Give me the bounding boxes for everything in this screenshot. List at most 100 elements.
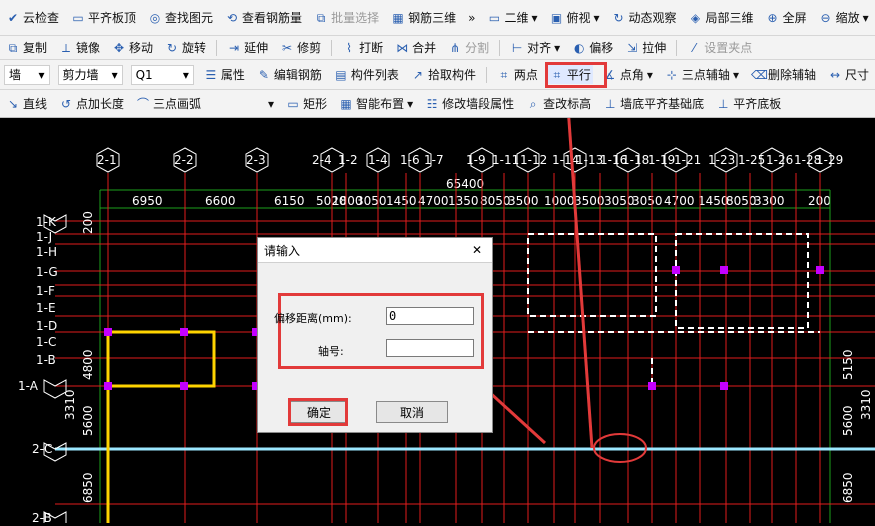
align-top-icon: ▭ (72, 10, 84, 25)
chevron-down-icon: ▾ (111, 67, 118, 82)
chevron-down-icon: ▾ (182, 67, 189, 82)
smart-layout-dropdown[interactable]: ▦ 智能布置 ▾ (337, 94, 415, 113)
arc-icon: ⌒ (137, 96, 150, 111)
chevron-down-icon: ▾ (593, 10, 600, 25)
properties-button[interactable]: ☰ 属性 (202, 65, 247, 84)
check-elevation-button[interactable]: ⌕ 查改标高 (524, 94, 593, 113)
fullscreen-icon: ⊕ (767, 10, 778, 25)
split-button[interactable]: ⋔ 分割 (446, 38, 491, 57)
chevron-down-icon: ▾ (554, 40, 561, 55)
edit-rebar-icon: ✎ (258, 67, 269, 82)
dynamic-orbit-button[interactable]: ↻ 动态观察 (610, 8, 679, 27)
parallel-icon: ⌗ (553, 67, 561, 82)
offset-distance-label: 偏移距离(mm): (274, 312, 352, 325)
rebar-icon: ⟲ (227, 10, 238, 25)
align-top-button[interactable]: ▭ 平齐板顶 (69, 8, 138, 27)
dialog-title: 请输入 (264, 243, 301, 258)
dialog-fields-highlight (278, 293, 484, 369)
cancel-button[interactable]: 取消 (376, 401, 448, 423)
three-point-arc-dropdown[interactable]: ⌒ 三点画弧 ▾ (134, 94, 276, 113)
chevron-down-icon: ▾ (862, 10, 869, 25)
category-select[interactable]: 墙 ▾ (4, 64, 50, 85)
axis-number-input[interactable] (386, 339, 474, 357)
cloud-check-button[interactable]: ✔ 云检查 (4, 8, 61, 27)
stretch-button[interactable]: ⇲ 拉伸 (623, 38, 668, 57)
rotate-button[interactable]: ↻ 旋转 (163, 38, 208, 57)
dimension-icon: ↔ (829, 67, 841, 82)
2d-icon: ▭ (488, 10, 501, 25)
edit-rebar-button[interactable]: ✎ 编辑钢筋 (255, 65, 324, 84)
topview-icon: ▣ (550, 10, 563, 25)
break-button[interactable]: ⌇ 打断 (340, 38, 385, 57)
check-icon: ✔ (7, 10, 19, 25)
merge-button[interactable]: ⋈ 合并 (393, 38, 438, 57)
binoculars-icon: ◎ (149, 10, 161, 25)
chevron-down-icon: ▾ (38, 67, 45, 82)
toolbar-separator (216, 39, 218, 56)
fullscreen-button[interactable]: ⊕ 全屏 (764, 8, 809, 27)
three-point-axis-dropdown[interactable]: ⊹ 三点辅轴 ▾ (663, 65, 741, 84)
close-icon[interactable]: ✕ (468, 241, 486, 259)
merge-icon: ⋈ (396, 40, 409, 55)
component-select[interactable]: Q1 ▾ (130, 64, 194, 85)
properties-icon: ☰ (205, 67, 217, 82)
copy-button[interactable]: ⧉ 复制 (4, 38, 49, 57)
pick-component-button[interactable]: ↗ 拾取构件 (409, 65, 478, 84)
toolbar-separator (485, 66, 487, 83)
more-button[interactable]: » (466, 10, 477, 26)
multi-select-icon: ⧉ (316, 10, 326, 25)
find-element-button[interactable]: ◎ 查找图元 (146, 8, 215, 27)
2d-view-dropdown[interactable]: ▭ 二维 ▾ (485, 8, 539, 27)
edit-toolbar-row-2: ⧉ 复制 ⟂ 镜像 ✥ 移动 ↻ 旋转 ⇥ 延伸 ✂ 修剪 ⌇ 打断 ⋈ 合并 ⋔ 分割 ⊢ 对齐 ▾… (0, 36, 875, 60)
set-grip-button[interactable]: ⁄ 设置夹点 (685, 38, 754, 57)
ok-button[interactable]: 确定 (290, 401, 348, 423)
line-button[interactable]: ↘ 直线 (4, 94, 49, 113)
dimension-button[interactable]: ↔ 尺寸 (826, 65, 871, 84)
view-rebar-qty-button[interactable]: ⟲ 查看钢筋量 (223, 8, 304, 27)
elevation-icon: ⌕ (529, 96, 537, 111)
axis-number-label: 轴号: (318, 345, 344, 358)
chevron-down-icon: ▾ (268, 96, 275, 111)
delete-axis-icon: ⌫ (750, 67, 768, 82)
align-dropdown[interactable]: ⊢ 对齐 ▾ (508, 38, 562, 57)
offset-button[interactable]: ◐ 偏移 (570, 38, 615, 57)
zoom-dropdown[interactable]: ⊖ 缩放 ▾ (817, 8, 871, 27)
move-button[interactable]: ✥ 移动 (110, 38, 155, 57)
local-3d-icon: ◈ (690, 10, 701, 25)
trim-icon: ✂ (282, 40, 293, 55)
batch-select-button[interactable]: ⧉ 批量选择 (312, 8, 381, 27)
chevron-down-icon: ▾ (531, 10, 538, 25)
rebar-3d-button[interactable]: ▦ 钢筋三维 (389, 8, 458, 27)
rectangle-icon: ▭ (287, 96, 299, 111)
main-toolbar-row-1: ✔ 云检查 ▭ 平齐板顶 ◎ 查找图元 ⟲ 查看钢筋量 ⧉ 批量选择 ▦ 钢筋三维 » ▭ 二… (0, 0, 875, 36)
mirror-icon: ⟂ (62, 40, 71, 55)
local-3d-button[interactable]: ◈ 局部三维 (687, 8, 756, 27)
align-floor-icon: ⊥ (717, 96, 729, 111)
offset-distance-input[interactable] (386, 307, 474, 325)
two-points-button[interactable]: ⌗ 两点 (495, 65, 540, 84)
component-toolbar-row-3: 墙 ▾ 剪力墙 ▾ Q1 ▾ ☰ 属性 ✎ 编辑钢筋 ▤ 构件列表 ↗ 拾取构件 ⌗ 两点 ⌗ 平… (0, 60, 875, 90)
type-select[interactable]: 剪力墙 ▾ (57, 64, 123, 85)
trim-button[interactable]: ✂ 修剪 (278, 38, 323, 57)
rectangle-button[interactable]: ▭ 矩形 (284, 94, 329, 113)
break-icon: ⌇ (346, 40, 353, 55)
modify-wall-props-button[interactable]: ☷ 修改墙段属性 (423, 94, 516, 113)
rotate-icon: ↻ (167, 40, 178, 55)
point-length-button[interactable]: ↺ 点加长度 (57, 94, 126, 113)
delete-axis-button[interactable]: ⌫ 删除辅轴 (749, 65, 818, 84)
top-view-dropdown[interactable]: ▣ 俯视 ▾ (547, 8, 601, 27)
orbit-icon: ↻ (613, 10, 624, 25)
pick-icon: ↗ (412, 67, 423, 82)
wall-bottom-align-button[interactable]: ⊥ 墙底平齐基础底 (601, 94, 706, 113)
split-icon: ⋔ (450, 40, 461, 55)
align-floor-button[interactable]: ⊥ 平齐底板 (714, 94, 783, 113)
parallel-button[interactable]: ⌗ 平行 (547, 65, 593, 84)
point-angle-dropdown[interactable]: ∡ 点角 ▾ (601, 65, 655, 84)
component-list-button[interactable]: ▤ 构件列表 (332, 65, 401, 84)
move-icon: ✥ (114, 40, 125, 55)
extend-button[interactable]: ⇥ 延伸 (225, 38, 270, 57)
toolbar-separator (331, 39, 333, 56)
component-list-icon: ▤ (335, 67, 347, 82)
extend-icon: ⇥ (229, 40, 240, 55)
mirror-button[interactable]: ⟂ 镜像 (57, 38, 102, 57)
